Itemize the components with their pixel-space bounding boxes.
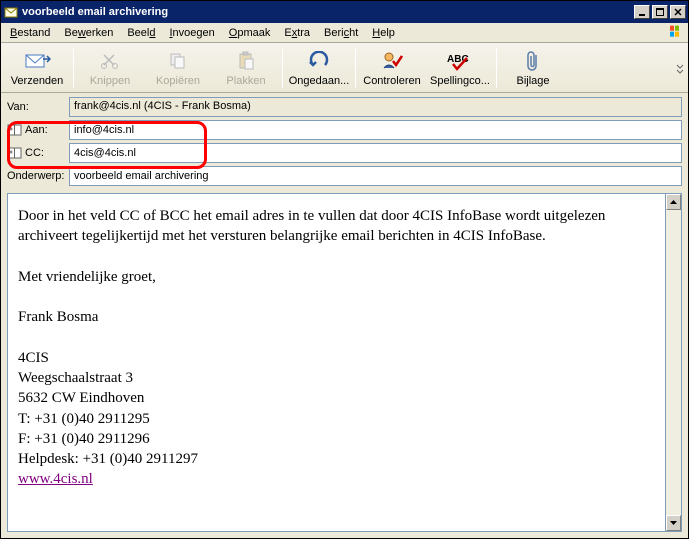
send-label: Verzenden	[11, 75, 64, 87]
menu-invoegen[interactable]: Invoegen	[162, 25, 221, 41]
check-names-icon	[381, 49, 403, 73]
menu-bericht[interactable]: Bericht	[317, 25, 365, 41]
scroll-down-button[interactable]	[666, 515, 681, 531]
subject-field[interactable]	[69, 166, 682, 186]
check-label: Controleren	[363, 75, 420, 87]
cc-row: CC:	[7, 143, 682, 163]
titlebar: voorbeeld email archivering	[1, 1, 688, 23]
message-body[interactable]: Door in het veld CC of BCC het email adr…	[7, 193, 666, 532]
cut-button[interactable]: Knippen	[76, 44, 144, 92]
address-book-icon	[7, 124, 22, 136]
scissors-icon	[100, 49, 120, 73]
paste-icon	[236, 49, 256, 73]
body-url-link[interactable]: www.4cis.nl	[18, 471, 93, 487]
body-p2: Met vriendelijke groet,	[18, 267, 655, 287]
spellcheck-button[interactable]: ABC Spellingco...	[426, 44, 494, 92]
menu-beeld[interactable]: Beeld	[120, 25, 162, 41]
copy-icon	[168, 49, 188, 73]
address-book-icon	[7, 147, 22, 159]
body-addr1: Weegschaalstraat 3	[18, 368, 655, 388]
vertical-scrollbar[interactable]	[666, 193, 682, 532]
compose-window: voorbeeld email archivering BBestandesta…	[0, 0, 689, 539]
menu-bewerken[interactable]: Bewerken	[57, 25, 120, 41]
separator	[73, 48, 74, 88]
copy-label: Kopiëren	[156, 75, 200, 87]
from-label: Van:	[7, 101, 69, 113]
to-field[interactable]	[69, 120, 682, 140]
toolbar: Verzenden Knippen Kopiëren Plakken	[1, 43, 688, 93]
maximize-button[interactable]	[652, 5, 668, 19]
window-title: voorbeeld email archivering	[22, 6, 634, 18]
from-field[interactable]: frank@4cis.nl (4CIS - Frank Bosma)	[69, 97, 682, 117]
to-row: Aan:	[7, 120, 682, 140]
subject-label: Onderwerp:	[7, 170, 69, 182]
cc-label[interactable]: CC:	[7, 147, 69, 159]
menu-opmaak[interactable]: Opmaak	[222, 25, 278, 41]
paperclip-icon	[525, 49, 541, 73]
separator	[355, 48, 356, 88]
from-row: Van: frank@4cis.nl (4CIS - Frank Bosma)	[7, 97, 682, 117]
paste-label: Plakken	[226, 75, 265, 87]
close-button[interactable]	[670, 5, 686, 19]
spellcheck-label: Spellingco...	[430, 75, 490, 87]
paste-button[interactable]: Plakken	[212, 44, 280, 92]
scroll-up-button[interactable]	[666, 194, 681, 210]
check-button[interactable]: Controleren	[358, 44, 426, 92]
undo-label: Ongedaan...	[289, 75, 350, 87]
send-icon	[23, 49, 51, 73]
cc-field[interactable]	[69, 143, 682, 163]
body-tel: T: +31 (0)40 2911295	[18, 409, 655, 429]
spellcheck-icon: ABC	[447, 49, 473, 73]
to-label[interactable]: Aan:	[7, 124, 69, 136]
menu-extra[interactable]: Extra	[277, 25, 317, 41]
body-p1: Door in het veld CC of BCC het email adr…	[18, 206, 655, 247]
attach-label: Bijlage	[516, 75, 549, 87]
cut-label: Knippen	[90, 75, 130, 87]
body-area: Door in het veld CC of BCC het email adr…	[7, 193, 682, 532]
undo-icon	[307, 49, 331, 73]
body-help: Helpdesk: +31 (0)40 2911297	[18, 449, 655, 469]
header-fields: Van: frank@4cis.nl (4CIS - Frank Bosma) …	[1, 93, 688, 191]
body-addr2: 5632 CW Eindhoven	[18, 388, 655, 408]
minimize-button[interactable]	[634, 5, 650, 19]
body-fax: F: +31 (0)40 2911296	[18, 429, 655, 449]
undo-button[interactable]: Ongedaan...	[285, 44, 353, 92]
toolbar-overflow-icon[interactable]	[674, 44, 686, 92]
separator	[496, 48, 497, 88]
menu-help[interactable]: Help	[365, 25, 402, 41]
scroll-track[interactable]	[666, 210, 681, 515]
copy-button[interactable]: Kopiëren	[144, 44, 212, 92]
subject-row: Onderwerp:	[7, 166, 682, 186]
windows-logo-icon	[668, 24, 686, 40]
send-button[interactable]: Verzenden	[3, 44, 71, 92]
attach-button[interactable]: Bijlage	[499, 44, 567, 92]
separator	[282, 48, 283, 88]
window-icon	[3, 4, 19, 20]
menu-bestand[interactable]: BBestandestand	[3, 25, 57, 41]
menubar: BBestandestand Bewerken Beeld Invoegen O…	[1, 23, 688, 43]
body-p3: Frank Bosma	[18, 307, 655, 327]
body-company: 4CIS	[18, 348, 655, 368]
